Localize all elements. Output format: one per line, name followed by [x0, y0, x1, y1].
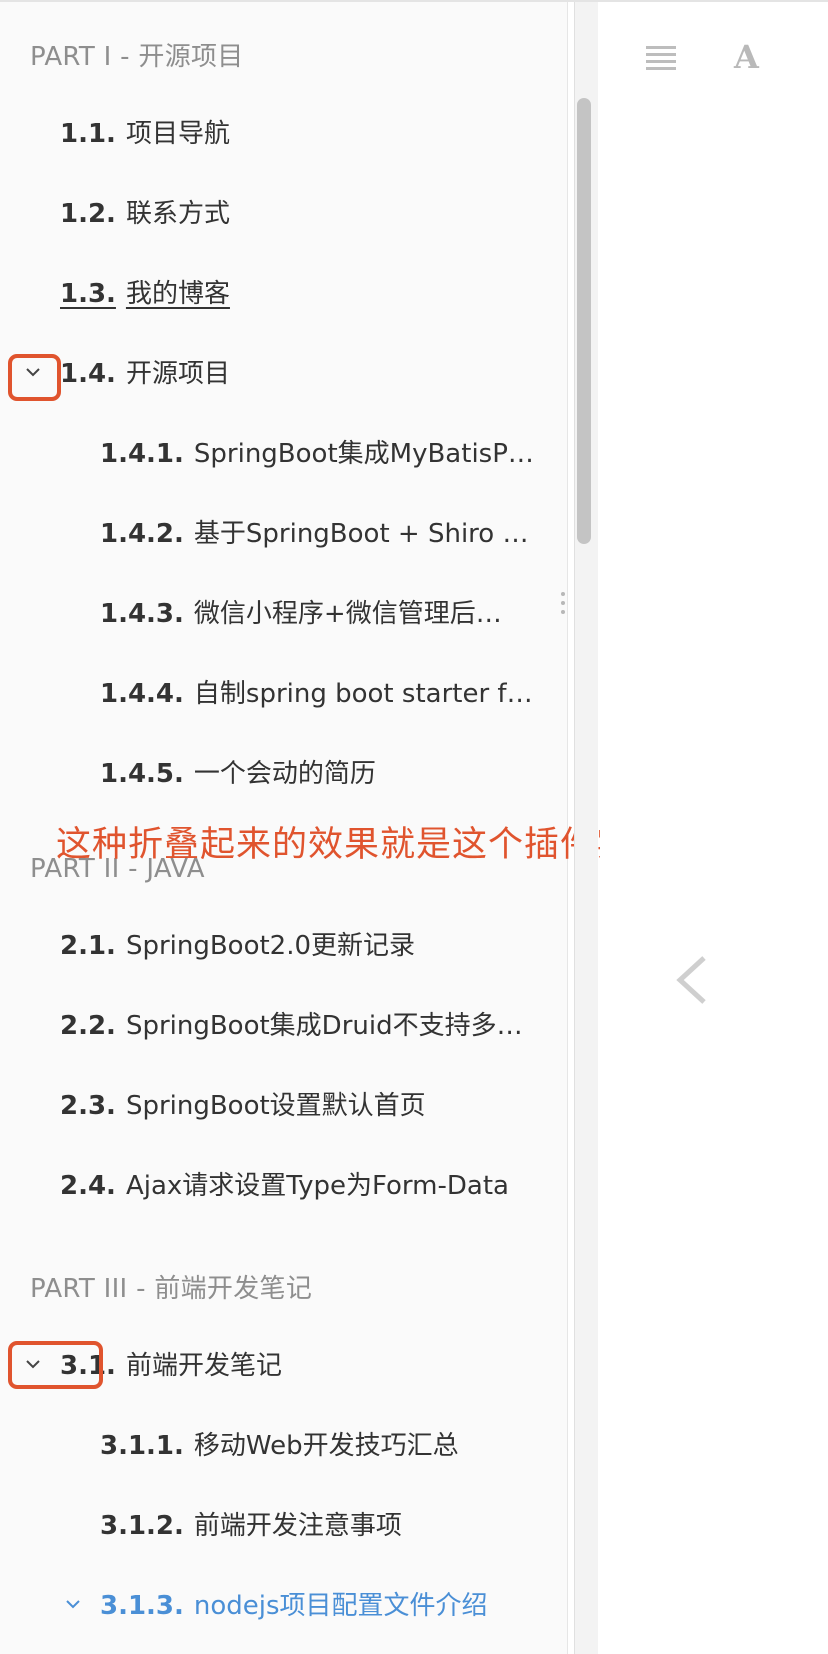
toc-item-number: 3.1.2.: [100, 1511, 184, 1541]
toc-item-label: 微信小程序+微信管理后…: [193, 599, 502, 629]
toc-item-label: 一个会动的简历: [193, 759, 376, 789]
toc-item-3-1-1[interactable]: 3.1.1. 移动Web开发技巧汇总: [100, 1429, 540, 1463]
toc-item-1-4[interactable]: 1.4. 开源项目: [60, 357, 530, 391]
toc-item-label: Ajax请求设置Type为Form-Data: [125, 1171, 509, 1201]
toc-item-label: nodejs项目配置文件介绍: [193, 1591, 488, 1621]
toc-item-label: SpringBoot集成MyBatisP…: [193, 439, 534, 469]
toc-item-number: 1.4.: [60, 359, 116, 389]
toc-item-1-3[interactable]: 1.3. 我的博客: [60, 277, 530, 311]
toc-item-1-4-4[interactable]: 1.4.4. 自制spring boot starter fo…: [100, 677, 540, 711]
toc-item-2-3[interactable]: 2.3. SpringBoot设置默认首页: [60, 1089, 530, 1123]
font-settings-icon[interactable]: A: [734, 38, 759, 76]
toc-item-label: 联系方式: [125, 199, 230, 229]
toc-item-number: 1.4.5.: [100, 759, 184, 789]
toc-item-number: 1.4.2.: [100, 519, 184, 549]
part-header-1: PART I - 开源项目: [30, 42, 244, 72]
toc-item-2-2[interactable]: 2.2. SpringBoot集成Druid不支持多…: [60, 1009, 530, 1043]
toc-item-number: 2.3.: [60, 1091, 116, 1121]
toc-item-number: 1.4.1.: [100, 439, 184, 469]
toc-item-label: 前端开发笔记: [125, 1351, 282, 1381]
toc-item-3-1-3[interactable]: 3.1.3. nodejs项目配置文件介绍: [100, 1589, 540, 1623]
toc-item-1-4-3[interactable]: 1.4.3. 微信小程序+微信管理后…: [100, 597, 520, 631]
content-panel: [600, 2, 828, 1654]
toc-item-label: SpringBoot设置默认首页: [125, 1091, 426, 1121]
toc-item-1-1[interactable]: 1.1. 项目导航: [60, 117, 530, 151]
toc-item-number: 1.2.: [60, 199, 116, 229]
gitbook-page: PART I - 开源项目 1.1. 项目导航 1.2. 联系方式 1.3. 我的博客…: [0, 0, 828, 1654]
highlight-box-collapse-toggle: [8, 354, 61, 401]
sidebar-scrollbar-thumb[interactable]: [577, 98, 591, 544]
toc-item-label: SpringBoot2.0更新记录: [125, 931, 416, 961]
toc-item-label: 自制spring boot starter fo…: [193, 679, 540, 709]
toc-item-label: 前端开发注意事项: [193, 1511, 402, 1541]
toc-item-1-4-5[interactable]: 1.4.5. 一个会动的简历: [100, 757, 540, 791]
toc-item-3-1[interactable]: 3.1. 前端开发笔记: [60, 1349, 530, 1383]
toc-item-label: 项目导航: [125, 119, 230, 149]
chevron-down-icon[interactable]: [66, 1597, 80, 1611]
toc-item-1-4-1[interactable]: 1.4.1. SpringBoot集成MyBatisP…: [100, 437, 540, 471]
toc-item-3-1-2[interactable]: 3.1.2. 前端开发注意事项: [100, 1509, 540, 1543]
toc-item-number: 2.2.: [60, 1011, 116, 1041]
highlight-box-collapse-toggle: [8, 1341, 103, 1389]
toc-item-label: 基于SpringBoot + Shiro +…: [193, 519, 540, 549]
toc-item-2-1[interactable]: 2.1. SpringBoot2.0更新记录: [60, 929, 530, 963]
toc-item-1-2[interactable]: 1.2. 联系方式: [60, 197, 530, 231]
toc-item-1-4-2[interactable]: 1.4.2. 基于SpringBoot + Shiro +…: [100, 517, 540, 551]
chevron-left-icon[interactable]: [674, 954, 710, 1010]
list-icon[interactable]: [646, 44, 676, 74]
toc-item-number: 1.1.: [60, 119, 116, 149]
toc-item-number: 3.1.3.: [100, 1591, 184, 1621]
toc-item-label: 我的博客: [125, 279, 230, 309]
toc-item-number: 1.4.4.: [100, 679, 184, 709]
toc-item-number: 1.4.3.: [100, 599, 184, 629]
sidebar-resize-handle[interactable]: [558, 592, 568, 618]
toc-item-number: 1.3.: [60, 279, 116, 309]
toc-item-number: 2.1.: [60, 931, 116, 961]
toc-item-label: SpringBoot集成Druid不支持多…: [125, 1011, 523, 1041]
toc-item-label: 移动Web开发技巧汇总: [193, 1431, 459, 1461]
toc-item-number: 3.1.1.: [100, 1431, 184, 1461]
toc-item-label: 开源项目: [125, 359, 230, 389]
toc-item-number: 2.4.: [60, 1171, 116, 1201]
part-header-3: PART III - 前端开发笔记: [30, 1274, 313, 1304]
toc-item-2-4[interactable]: 2.4. Ajax请求设置Type为Form-Data: [60, 1169, 530, 1203]
